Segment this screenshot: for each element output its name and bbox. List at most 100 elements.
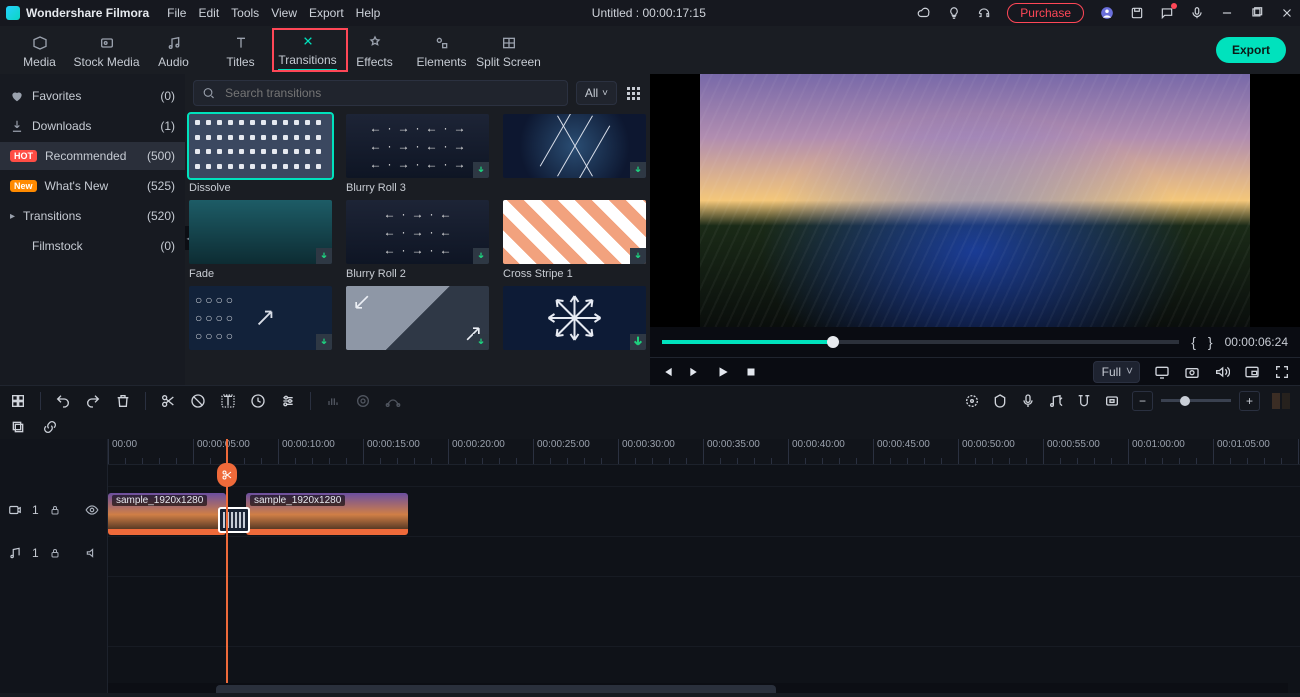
transition-chip[interactable] [218, 507, 250, 533]
beat-detect-icon[interactable] [1048, 393, 1064, 409]
volume-icon[interactable] [1214, 364, 1230, 380]
minimize-icon[interactable] [1220, 6, 1234, 20]
catalog-item-dissolve[interactable]: Dissolve [189, 114, 332, 194]
playhead[interactable] [226, 439, 228, 693]
download-icon[interactable] [630, 248, 646, 264]
save-icon[interactable] [1130, 6, 1144, 20]
mic-upload-icon[interactable] [1190, 6, 1204, 20]
message-icon[interactable] [1160, 6, 1174, 20]
clip-2[interactable]: sample_1920x1280 [246, 493, 408, 535]
video-lane[interactable]: sample_1920x1280 sample_1920x1280 [108, 487, 1300, 537]
maximize-icon[interactable] [1250, 6, 1264, 20]
lock-icon[interactable] [49, 504, 61, 516]
tracks-area[interactable]: 00:0000:00:05:0000:00:10:0000:00:15:0000… [108, 439, 1300, 693]
stop-icon[interactable] [744, 365, 758, 379]
audio-level-icon[interactable] [325, 393, 341, 409]
search-input-wrap[interactable] [193, 80, 568, 106]
download-icon[interactable] [630, 334, 646, 350]
view-grid-icon[interactable] [625, 85, 642, 102]
prev-frame-icon[interactable] [660, 365, 674, 379]
catalog-item-blurry2[interactable]: ←·→·← ←·→·← ←·→·← Blurry Roll 2 [346, 200, 489, 280]
display-icon[interactable] [1154, 364, 1170, 380]
download-icon[interactable] [473, 334, 489, 350]
lightbulb-icon[interactable] [947, 6, 961, 20]
audio-track-header[interactable]: 1 [0, 533, 107, 573]
catalog-item-outburst[interactable] [503, 286, 646, 354]
timeline-scrollbar[interactable] [108, 683, 1288, 693]
zoom-out-icon[interactable]: − [1132, 391, 1153, 411]
headset-icon[interactable] [977, 6, 991, 20]
download-icon[interactable] [316, 248, 332, 264]
purchase-button[interactable]: Purchase [1007, 3, 1084, 23]
voiceover-icon[interactable] [1020, 393, 1036, 409]
mode-titles[interactable]: Titles [207, 31, 274, 69]
avatar-icon[interactable] [1100, 6, 1114, 20]
crop-disable-icon[interactable] [190, 393, 206, 409]
menu-file[interactable]: File [167, 6, 186, 20]
mode-transitions[interactable]: Transitions [274, 29, 341, 71]
menu-view[interactable]: View [271, 6, 297, 20]
menu-edit[interactable]: Edit [198, 6, 219, 20]
color-wheel-icon[interactable] [355, 393, 371, 409]
sidebar-item-transitions[interactable]: ▸Transitions (520) [0, 202, 185, 230]
catalog-item-diagonal[interactable] [346, 286, 489, 354]
split-icon[interactable] [160, 393, 176, 409]
delete-icon[interactable] [115, 393, 131, 409]
lock-icon[interactable] [49, 547, 61, 559]
close-icon[interactable] [1280, 6, 1294, 20]
copy-track-icon[interactable] [10, 419, 26, 435]
export-button[interactable]: Export [1216, 37, 1286, 63]
sidebar-item-recommended[interactable]: HOTRecommended (500) [0, 142, 185, 170]
mark-in-icon[interactable]: { [1191, 334, 1196, 350]
menu-tools[interactable]: Tools [231, 6, 259, 20]
zoom-in-icon[interactable]: + [1239, 391, 1260, 411]
keyframe-path-icon[interactable] [385, 393, 401, 409]
filter-dropdown[interactable]: All˅ [576, 81, 617, 105]
mode-audio[interactable]: Audio [140, 31, 207, 69]
download-icon[interactable] [473, 248, 489, 264]
marker-icon[interactable] [992, 393, 1008, 409]
video-track-header[interactable]: 1 [0, 487, 107, 533]
pip-icon[interactable] [1244, 364, 1260, 380]
color-picker-icon[interactable] [964, 393, 980, 409]
play-icon[interactable] [716, 365, 730, 379]
menu-help[interactable]: Help [356, 6, 381, 20]
grid-overlay-icon[interactable] [10, 393, 26, 409]
catalog-item-cross-stripe[interactable]: Cross Stripe 1 [503, 200, 646, 280]
redo-icon[interactable] [85, 393, 101, 409]
undo-icon[interactable] [55, 393, 71, 409]
preview-scrubber[interactable] [662, 340, 1179, 344]
download-icon[interactable] [630, 162, 646, 178]
catalog-item-fade[interactable]: Fade [189, 200, 332, 280]
mark-out-icon[interactable]: } [1208, 334, 1213, 350]
crop-zoom-icon[interactable] [1104, 393, 1120, 409]
mode-split-screen[interactable]: Split Screen [475, 31, 542, 69]
menu-export[interactable]: Export [309, 6, 344, 20]
audio-lane[interactable] [108, 537, 1300, 577]
time-ruler[interactable]: 00:0000:00:05:0000:00:10:0000:00:15:0000… [108, 439, 1300, 465]
speed-icon[interactable] [250, 393, 266, 409]
color-swatch[interactable] [1272, 393, 1290, 409]
download-icon[interactable] [316, 334, 332, 350]
mode-stock-media[interactable]: Stock Media [73, 31, 140, 69]
playhead-handle[interactable] [217, 463, 237, 487]
download-icon[interactable] [473, 162, 489, 178]
mode-elements[interactable]: Elements [408, 31, 475, 69]
sidebar-item-whatsnew[interactable]: NewWhat's New (525) [0, 172, 185, 200]
zoom-slider[interactable] [1161, 399, 1231, 402]
mode-media[interactable]: Media [6, 31, 73, 69]
next-frame-icon[interactable] [688, 365, 702, 379]
fullscreen-icon[interactable] [1274, 364, 1290, 380]
sidebar-item-downloads[interactable]: Downloads (1) [0, 112, 185, 140]
text-box-icon[interactable] [220, 393, 236, 409]
adjust-icon[interactable] [280, 393, 296, 409]
link-icon[interactable] [42, 419, 58, 435]
catalog-item-particles[interactable]: ○○○○○○○○○○○○ [189, 286, 332, 354]
snap-icon[interactable] [1076, 393, 1092, 409]
catalog-item-starburst[interactable] [503, 114, 646, 194]
visibility-icon[interactable] [85, 503, 99, 517]
catalog-item-blurry3[interactable]: ←·→·←·→ ←·→·←·→ ←·→·←·→ Blurry Roll 3 [346, 114, 489, 194]
snapshot-icon[interactable] [1184, 364, 1200, 380]
clip-1[interactable]: sample_1920x1280 [108, 493, 226, 535]
sidebar-item-filmstock[interactable]: Filmstock (0) [0, 232, 185, 260]
